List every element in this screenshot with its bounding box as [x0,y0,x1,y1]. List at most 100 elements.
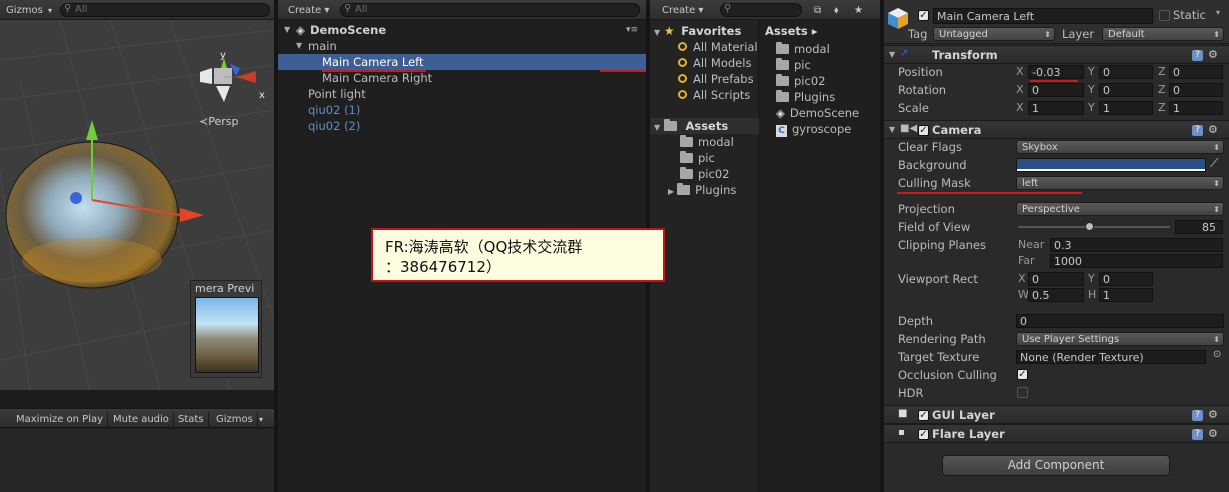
scale-z-field[interactable]: 1 [1169,101,1223,115]
rotation-y-field[interactable]: 0 [1099,83,1153,97]
rotation-x-field[interactable]: 0 [1028,83,1084,97]
active-checkbox[interactable]: ✓ [918,10,929,21]
layer-dropdown[interactable]: Default ⬍ [1102,27,1224,41]
help-icon[interactable]: ? [1192,50,1203,61]
scene-search-input[interactable]: ⚲ All [60,3,270,17]
favorite-item[interactable]: All Prefabs [678,71,754,87]
filter-label-icon[interactable]: ⬧ [830,3,843,18]
viewport-y-field[interactable]: 0 [1099,272,1153,286]
project-search-input[interactable]: ⚲ [720,3,802,17]
scale-x-field[interactable]: 1 [1028,101,1084,115]
viewport-w-field[interactable]: 0.5 [1028,288,1084,302]
gizmos-arrow-icon[interactable]: ▾ [44,3,56,18]
gizmos-button[interactable]: Gizmos [212,412,258,427]
scale-y-field[interactable]: 1 [1099,101,1153,115]
background-color-field[interactable] [1016,158,1206,172]
hierarchy-item-prefab[interactable]: qiu02 (1) [278,102,646,118]
hierarchy-item-selected[interactable]: Main Camera Left [278,54,646,70]
saved-search-icon [678,90,687,99]
position-x-field[interactable]: -0.03 [1028,65,1084,79]
scene-menu-icon[interactable]: ▾≡ [626,22,638,38]
favorite-item[interactable]: All Models [678,55,751,71]
object-picker-icon[interactable]: ⊙ [1213,349,1221,360]
hierarchy-search-input[interactable]: ⚲ All [340,3,640,17]
filter-type-icon[interactable]: ⧉ [810,3,825,18]
gizmos-dropdown[interactable]: Gizmos [2,3,47,18]
hierarchy-item[interactable]: ▼ main [278,38,646,54]
clear-flags-dropdown[interactable]: Skybox ⬍ [1016,140,1224,154]
favorite-item[interactable]: All Material [678,39,758,55]
create-dropdown[interactable]: Create ▾ [658,3,707,18]
far-clip-field[interactable]: 1000 [1050,254,1223,268]
camera-header[interactable]: ▼ ■◀ ✓ Camera ? ⚙ [884,120,1229,139]
scene-view[interactable]: Gizmos ▾ ⚲ All y x ≺Persp mera Previ [0,0,274,390]
hierarchy-item-prefab[interactable]: qiu02 (2) [278,118,646,134]
flare-layer-checkbox[interactable]: ✓ [918,429,929,440]
gizmos-arrow-icon[interactable]: ▾ [255,412,267,427]
rendering-path-dropdown[interactable]: Use Player Settings ⬍ [1016,332,1224,346]
hdr-checkbox[interactable] [1017,387,1028,398]
scene-row[interactable]: ▼ ◈ DemoScene ▾≡ [278,22,646,38]
asset-item[interactable]: pic [776,57,811,73]
gui-layer-header[interactable]: ■ ✓ GUI Layer ? ⚙ [884,405,1229,424]
favorites-header[interactable]: ▼ ★ Favorites [654,23,741,39]
collapse-icon[interactable]: ▼ [889,50,895,59]
tag-dropdown[interactable]: Untagged ⬍ [933,27,1055,41]
settings-gear-icon[interactable]: ⚙ [1208,408,1218,421]
depth-field[interactable]: 0 [1016,314,1224,328]
camera-enabled-checkbox[interactable]: ✓ [918,125,929,136]
expand-icon[interactable]: ▼ [284,22,290,38]
asset-tree-item[interactable]: pic02 [680,166,729,182]
collapse-icon[interactable]: ▼ [889,125,895,134]
asset-item[interactable]: modal [776,41,830,57]
fov-field[interactable]: 85 [1175,220,1223,234]
add-component-button[interactable]: Add Component [942,455,1170,476]
settings-gear-icon[interactable]: ⚙ [1208,48,1218,61]
settings-gear-icon[interactable]: ⚙ [1208,427,1218,440]
asset-item[interactable]: ◈ DemoScene [776,105,859,121]
near-clip-field[interactable]: 0.3 [1050,238,1223,252]
static-checkbox[interactable] [1159,10,1170,21]
help-icon[interactable]: ? [1192,410,1203,421]
expand-icon[interactable]: ▼ [296,38,302,54]
position-y-field[interactable]: 0 [1099,65,1153,79]
static-dropdown-arrow-icon[interactable]: ▾ [1216,8,1220,17]
favorite-star-icon[interactable]: ★ [850,3,867,18]
assets-breadcrumb[interactable]: Assets ▸ [765,23,880,39]
settings-gear-icon[interactable]: ⚙ [1208,123,1218,136]
asset-item[interactable]: pic02 [776,73,825,89]
eyedropper-icon[interactable]: ⟋ [1210,156,1218,171]
transform-header[interactable]: ▼ ↗ Transform ? ⚙ [884,45,1229,64]
hierarchy-item[interactable]: Point light [278,86,646,102]
collapsed-arrow-icon[interactable]: ▶ [668,187,674,196]
favorite-item[interactable]: All Scripts [678,87,750,103]
asset-tree-item[interactable]: ▶ Plugins [668,182,736,198]
expand-icon[interactable]: ▼ [654,123,660,132]
culling-mask-dropdown[interactable]: left ⬍ [1016,176,1224,190]
asset-item[interactable]: Plugins [776,89,835,105]
game-view[interactable] [0,429,274,492]
help-icon[interactable]: ? [1192,125,1203,136]
help-icon[interactable]: ? [1192,429,1203,440]
viewport-x-field[interactable]: 0 [1028,272,1084,286]
projection-dropdown[interactable]: Perspective ⬍ [1016,202,1224,216]
expand-icon[interactable]: ▼ [654,28,660,37]
occlusion-culling-checkbox[interactable]: ✓ [1017,369,1028,380]
assets-tree-header[interactable]: ▼ Assets [650,118,759,134]
asset-tree-item[interactable]: pic [680,150,715,166]
gui-layer-checkbox[interactable]: ✓ [918,410,929,421]
mute-audio-button[interactable]: Mute audio [109,412,174,427]
asset-tree-item[interactable]: modal [680,134,734,150]
create-dropdown[interactable]: Create ▾ [284,3,333,18]
flare-layer-header[interactable]: ▪ ✓ Flare Layer ? ⚙ [884,424,1229,443]
stats-button[interactable]: Stats [174,412,209,427]
position-z-field[interactable]: 0 [1169,65,1223,79]
target-texture-field[interactable]: None (Render Texture) [1016,350,1206,364]
object-name-field[interactable]: Main Camera Left [933,8,1153,24]
asset-item[interactable]: Cgyroscope [776,121,851,137]
maximize-on-play-button[interactable]: Maximize on Play [12,412,109,427]
viewport-h-field[interactable]: 1 [1099,288,1153,302]
persp-label[interactable]: ≺Persp [199,115,238,128]
rotation-z-field[interactable]: 0 [1169,83,1223,97]
hierarchy-item[interactable]: Main Camera Right [278,70,646,86]
